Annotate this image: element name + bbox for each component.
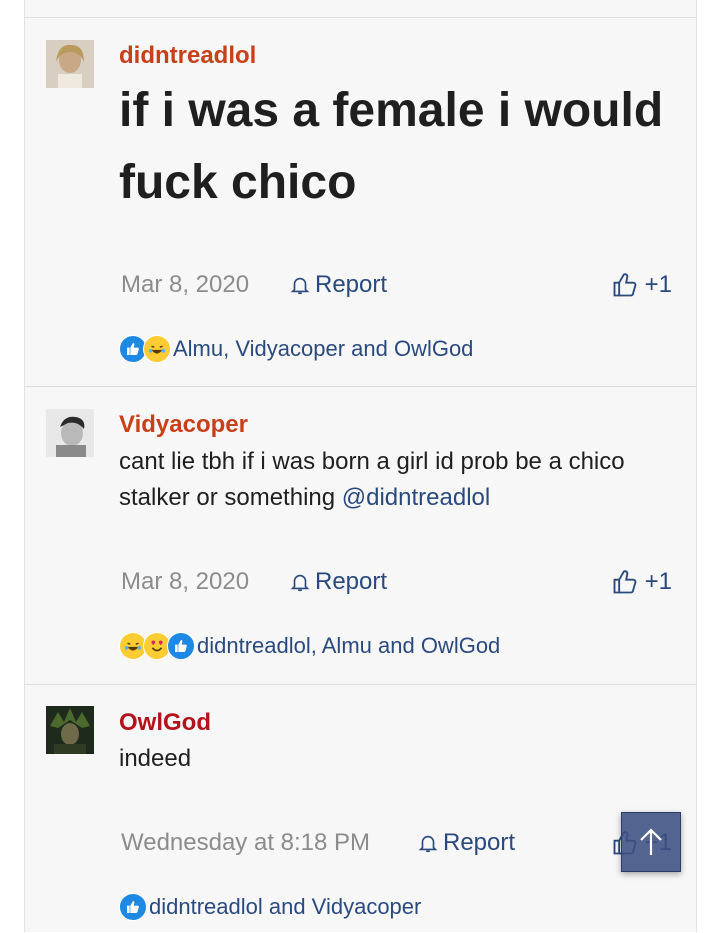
like-reaction-icon <box>167 632 195 660</box>
post-actions: Wednesday at 8:18 PM Report +1 <box>121 827 672 859</box>
post-actions: Mar 8, 2020 Report +1 <box>121 269 672 301</box>
post-message: if i was a female i would fuck chico <box>119 84 664 209</box>
like-count: +1 <box>644 271 672 298</box>
user-mention-link[interactable]: @didntreadlol <box>342 484 490 511</box>
thumbs-up-icon <box>613 570 637 594</box>
avatar[interactable] <box>46 40 94 88</box>
arrow-up-icon <box>640 828 662 855</box>
report-label: Report <box>315 271 388 298</box>
bell-icon <box>290 574 310 592</box>
thumbs-up-icon <box>613 273 637 297</box>
post-date[interactable]: Wednesday at 8:18 PM <box>121 827 370 859</box>
bell-icon <box>418 835 438 853</box>
avatar[interactable] <box>46 706 94 754</box>
report-button[interactable]: Report <box>289 566 387 598</box>
post-message: cant lie tbh if i was born a girl id pro… <box>119 444 679 516</box>
reactions-bar[interactable]: didntreadlol and Vidyacoper <box>119 891 421 923</box>
post-username[interactable]: Vidyacoper <box>119 411 248 439</box>
like-button[interactable]: +1 <box>611 269 672 301</box>
avatar[interactable] <box>46 409 94 457</box>
scroll-to-top-button[interactable] <box>621 812 681 872</box>
report-button[interactable]: Report <box>289 269 387 301</box>
post-message: indeed <box>119 745 192 772</box>
post-actions: Mar 8, 2020 Report +1 <box>121 566 672 598</box>
reactions-bar[interactable]: didntreadlol, Almu and OwlGod <box>119 630 500 662</box>
reactions-text: didntreadlol, Almu and OwlGod <box>197 633 501 658</box>
thread-container: didntreadlol if i was a female i would f… <box>24 0 697 932</box>
like-reaction-icon <box>119 893 147 921</box>
like-count: +1 <box>644 568 672 595</box>
report-label: Report <box>315 568 388 595</box>
post-date[interactable]: Mar 8, 2020 <box>121 269 249 301</box>
post-vidyacoper: Vidyacoper cant lie tbh if i was born a … <box>25 386 696 685</box>
reactions-text: didntreadlol and Vidyacoper <box>149 894 422 919</box>
like-button[interactable]: +1 <box>611 566 672 598</box>
post-owlgod: OwlGod indeed Wednesday at 8:18 PM Repor… <box>25 684 696 933</box>
post-username[interactable]: OwlGod <box>119 709 211 737</box>
post-date[interactable]: Mar 8, 2020 <box>121 566 249 598</box>
reactions-text: Almu, Vidyacoper and OwlGod <box>173 336 474 361</box>
bell-icon <box>290 277 310 295</box>
post-didntreadlol: didntreadlol if i was a female i would f… <box>25 17 696 387</box>
reactions-bar[interactable]: Almu, Vidyacoper and OwlGod <box>119 333 473 365</box>
laugh-reaction-icon <box>143 335 171 363</box>
post-username[interactable]: didntreadlol <box>119 42 256 70</box>
report-button[interactable]: Report <box>417 827 515 859</box>
report-label: Report <box>443 829 516 856</box>
